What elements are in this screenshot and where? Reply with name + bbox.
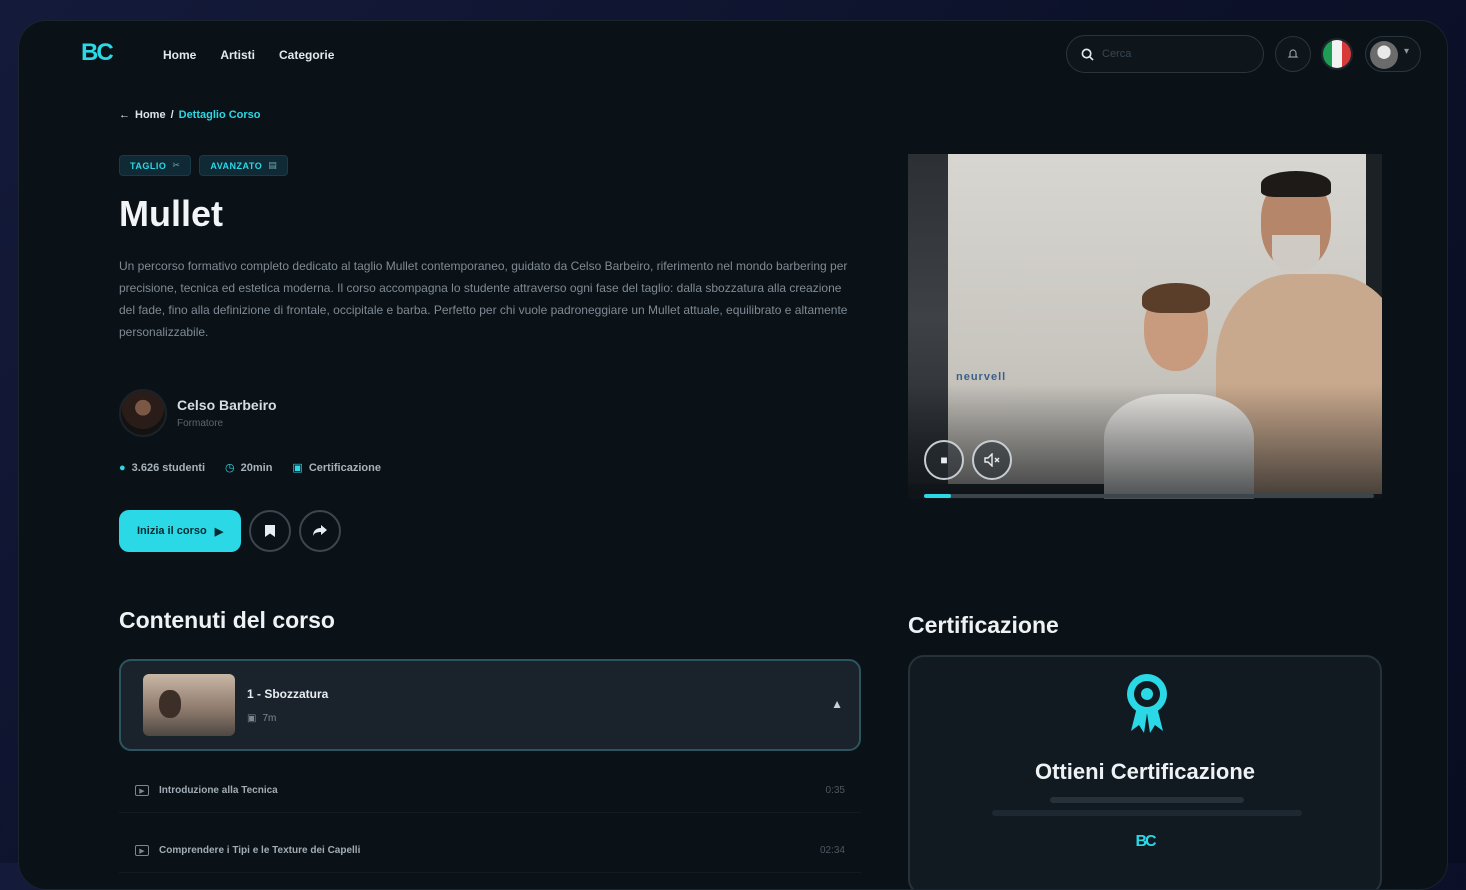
module-meta: ▣ 7m	[247, 713, 276, 724]
contents-section-title: Contenuti del corso	[119, 607, 335, 633]
instructor-role: Formatore	[177, 418, 224, 429]
play-icon: ▶	[214, 525, 224, 538]
brand-logo[interactable]: BC	[81, 39, 114, 67]
level-icon: ▤	[268, 160, 278, 170]
certification-logo: BC	[1135, 833, 1156, 850]
breadcrumb-current: Dettaglio Corso	[178, 109, 261, 121]
video-stop-button[interactable]: ■	[924, 440, 964, 480]
language-flag-it[interactable]	[1321, 38, 1353, 70]
video-progress-fill	[924, 494, 951, 498]
share-icon	[313, 525, 328, 536]
video-watermark: neurvell	[956, 371, 1007, 383]
bookmark-icon	[265, 525, 276, 537]
video-progress-bar[interactable]	[924, 494, 1374, 498]
course-description: Un percorso formativo completo dedicato …	[119, 259, 848, 339]
chevron-up-icon[interactable]: ▲	[831, 697, 843, 711]
client-hair	[1142, 283, 1210, 313]
video-overlay	[908, 384, 1382, 499]
chevron-down-icon: ▾	[1404, 46, 1410, 57]
flag-red	[1341, 40, 1351, 68]
students-icon: ●	[119, 461, 126, 474]
certification-title: Ottieni Certificazione	[1034, 759, 1256, 784]
tag-avanzato[interactable]: AVANZATO ▤	[199, 155, 289, 176]
stop-icon: ■	[940, 453, 948, 467]
lesson-title: Introduzione alla Tecnica	[159, 785, 278, 796]
instructor-name: Celso Barbeiro	[177, 397, 277, 413]
course-stats: ● 3.626 studenti ◷ 20min ▣ Certificazione	[119, 461, 381, 475]
course-actions: Inizia il corso ▶	[119, 510, 342, 552]
breadcrumb-separator: /	[170, 109, 174, 121]
stat-students: ● 3.626 studenti	[119, 461, 205, 474]
search-icon	[1081, 48, 1094, 61]
certification-card[interactable]: Ottieni Certificazione BC	[908, 655, 1382, 889]
bell-icon	[1287, 49, 1299, 58]
tag-avanzato-label: AVANZATO	[210, 160, 263, 171]
module-item[interactable]: 1 - Sbozzatura ▣ 7m ▲	[119, 659, 861, 751]
flag-white	[1332, 40, 1342, 68]
play-lesson-icon: ▶	[135, 785, 149, 796]
lesson-item[interactable]: ▶ Comprendere i Tipi e le Texture dei Ca…	[119, 829, 861, 873]
breadcrumb: ← Home / Dettaglio Corso	[119, 109, 261, 121]
stat-students-value: 3.626 studenti	[131, 461, 206, 474]
stat-certification-value: Certificazione	[308, 461, 381, 474]
thumb-figure	[159, 690, 181, 718]
lesson-duration: 0:35	[825, 785, 845, 796]
bookmark-button[interactable]	[249, 510, 292, 552]
app-window: BC Home Artisti Categorie ▾ ← Home / Det…	[18, 20, 1448, 890]
play-lesson-icon: ▶	[135, 845, 149, 856]
start-course-button[interactable]: Inizia il corso ▶	[119, 510, 242, 552]
scissors-icon: ✂	[172, 160, 181, 170]
back-arrow-icon[interactable]: ←	[119, 109, 130, 121]
certification-placeholder-line	[1050, 797, 1244, 803]
nav-links: Home Artisti Categorie	[163, 48, 334, 62]
video-icon: ▣	[247, 713, 257, 724]
nav-link-categorie[interactable]: Categorie	[279, 48, 334, 62]
lesson-duration: 02:34	[819, 845, 845, 856]
module-thumbnail	[143, 674, 235, 736]
tag-taglio[interactable]: TAGLIO ✂	[119, 155, 192, 176]
search-input[interactable]	[1102, 48, 1252, 60]
breadcrumb-home[interactable]: Home	[135, 109, 166, 121]
instructor[interactable]: Celso Barbeiro Formatore	[119, 389, 277, 437]
tag-taglio-label: TAGLIO	[130, 160, 167, 171]
lesson-item[interactable]: ▶ Introduzione alla Tecnica 0:35	[119, 769, 861, 813]
module-title: 1 - Sbozzatura	[247, 687, 329, 701]
instructor-avatar	[119, 389, 167, 437]
user-avatar	[1370, 41, 1398, 69]
clock-icon: ◷	[225, 462, 235, 474]
video-mute-button[interactable]	[972, 440, 1012, 480]
video-player[interactable]: neurvell ■	[908, 154, 1382, 499]
flag-green	[1323, 40, 1333, 68]
share-button[interactable]	[299, 510, 342, 552]
instructor-beard	[1272, 235, 1320, 273]
module-duration: 7m	[262, 713, 277, 724]
start-course-label: Inizia il corso	[137, 525, 207, 537]
instructor-hair	[1261, 171, 1331, 197]
notifications-button[interactable]	[1275, 36, 1311, 72]
user-menu[interactable]: ▾	[1365, 36, 1421, 72]
course-title: Mullet	[119, 193, 223, 234]
search-box[interactable]	[1066, 35, 1264, 73]
award-icon	[1127, 674, 1167, 733]
top-nav: BC Home Artisti Categorie ▾	[19, 21, 1447, 91]
stat-certification: ▣ Certificazione	[292, 461, 381, 475]
volume-icon	[984, 453, 1000, 467]
certification-placeholder-line	[992, 810, 1302, 816]
course-tags: TAGLIO ✂ AVANZATO ▤	[119, 155, 289, 176]
stat-duration-value: 20min	[240, 461, 273, 474]
certification-section-title: Certificazione	[908, 612, 1059, 638]
stat-duration: ◷ 20min	[225, 461, 273, 475]
nav-link-artisti[interactable]: Artisti	[220, 48, 255, 62]
nav-link-home[interactable]: Home	[163, 48, 196, 62]
certificate-icon: ▣	[292, 462, 303, 474]
lesson-title: Comprendere i Tipi e le Texture dei Cape…	[159, 845, 361, 856]
